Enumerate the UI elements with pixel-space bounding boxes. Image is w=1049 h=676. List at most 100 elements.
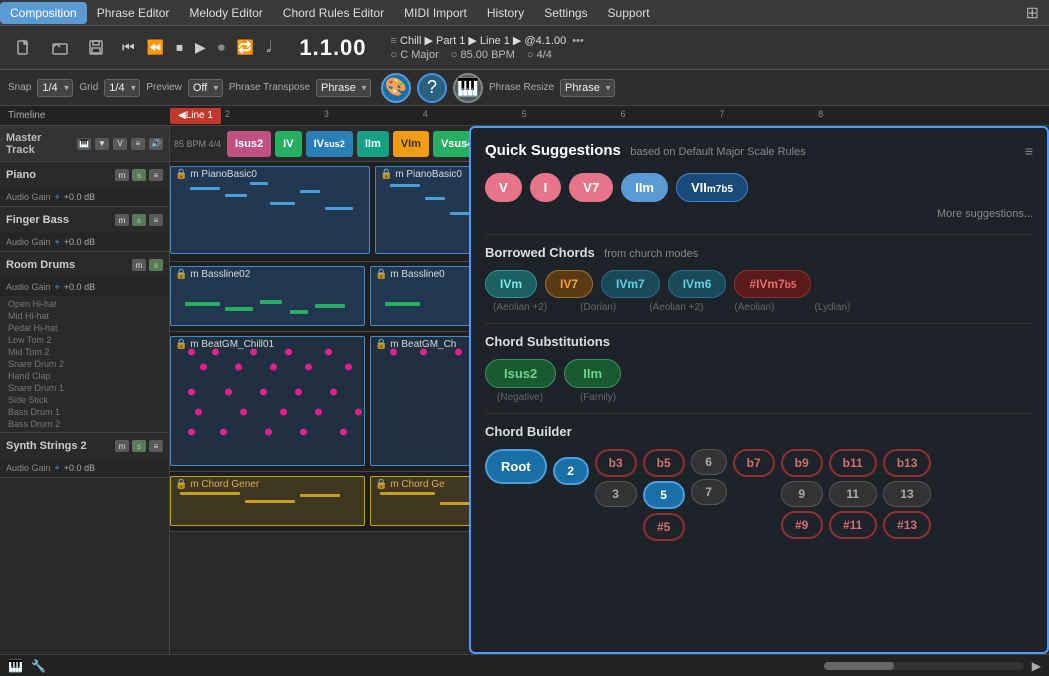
cb-note-b13[interactable]: b13 xyxy=(883,449,932,477)
subst-label-1: (Negative) xyxy=(485,392,555,403)
piano-s-btn[interactable]: s xyxy=(132,169,146,181)
qs-pill-iim[interactable]: IIm xyxy=(621,173,668,202)
piano-e-btn[interactable]: ≡ xyxy=(149,169,163,181)
bass-m-btn[interactable]: m xyxy=(115,214,129,226)
bass-e-btn[interactable]: ≡ xyxy=(149,214,163,226)
piano-gain-plus: + xyxy=(55,192,60,202)
synth-name: Synth Strings 2 xyxy=(6,440,112,452)
synth-e-btn[interactable]: ≡ xyxy=(149,440,163,452)
scroll-bar-h[interactable] xyxy=(824,662,1024,670)
qs-menu-icon[interactable]: ≡ xyxy=(1025,143,1033,159)
subst-pill-iim[interactable]: IIm xyxy=(564,359,621,388)
borrowed-pill-iv7[interactable]: IV7 xyxy=(545,270,593,298)
master-track-v-btn[interactable]: V xyxy=(113,138,127,150)
cb-note-13[interactable]: 13 xyxy=(883,481,932,507)
synth-m-btn[interactable]: m xyxy=(115,440,129,452)
cb-note-b11[interactable]: b11 xyxy=(829,449,877,477)
skip-back-btn[interactable]: ⏮ xyxy=(118,37,139,58)
snap-select[interactable]: 1/4 xyxy=(37,79,73,97)
grid-select[interactable]: 1/4 xyxy=(104,79,140,97)
bass-note-6 xyxy=(385,302,420,306)
cb-note-11[interactable]: 11 xyxy=(829,481,877,507)
status-icon-2[interactable]: 🔧 xyxy=(31,659,46,673)
borrowed-pill-ivm[interactable]: IVm xyxy=(485,270,537,298)
chord-pill-iv[interactable]: IV xyxy=(275,131,301,157)
midi-circle-btn[interactable]: 🎹 xyxy=(453,73,483,103)
help-circle-btn[interactable]: ? xyxy=(417,73,447,103)
window-controls: ⊞ xyxy=(1026,3,1049,23)
menu-item-history[interactable]: History xyxy=(477,2,534,24)
cb-note-3[interactable]: 3 xyxy=(595,481,637,507)
cb-note-s11[interactable]: #11 xyxy=(829,511,877,539)
menu-item-support[interactable]: Support xyxy=(598,2,660,24)
synth-s-btn[interactable]: s xyxy=(132,440,146,452)
menu-item-midi-import[interactable]: MIDI Import xyxy=(394,2,477,24)
cb-note-b7[interactable]: b7 xyxy=(733,449,775,477)
drums-s-btn[interactable]: s xyxy=(149,259,163,271)
borrowed-pill-sivm7b5[interactable]: #IVm7b5 xyxy=(734,270,811,298)
record-btn[interactable]: ⏺ xyxy=(214,37,229,58)
cb-note-2[interactable]: 2 xyxy=(553,457,589,485)
phrase-resize-select[interactable]: Phrase xyxy=(560,79,615,97)
bass-s-btn[interactable]: s xyxy=(132,214,146,226)
cb-note-b3[interactable]: b3 xyxy=(595,449,637,477)
more-suggestions-link[interactable]: More suggestions... xyxy=(485,208,1033,220)
scroll-right-icon[interactable]: ▶ xyxy=(1032,659,1041,673)
drums-block-1[interactable]: 🔒 m BeatGM_Chill01 xyxy=(170,336,365,466)
play-btn[interactable]: ▶ xyxy=(191,37,210,58)
cb-note-b5[interactable]: b5 xyxy=(643,449,685,477)
phrase-transpose-select[interactable]: Phrase xyxy=(316,79,371,97)
borrowed-pill-ivm6[interactable]: IVm6 xyxy=(668,270,727,298)
drum-label-pedal-hihat: Pedal Hi-hat xyxy=(4,322,165,334)
cb-note-7[interactable]: 7 xyxy=(691,479,727,505)
cb-note-9[interactable]: 9 xyxy=(781,481,823,507)
cb-note-b9[interactable]: b9 xyxy=(781,449,823,477)
status-icon-1[interactable]: 🎹 xyxy=(8,659,23,673)
prev-btn[interactable]: ⏪ xyxy=(143,37,168,58)
loop-btn[interactable]: 🔁 xyxy=(233,37,258,58)
menu-item-melody-editor[interactable]: Melody Editor xyxy=(179,2,272,24)
piano-block-1[interactable]: 🔒 m PianoBasic0 xyxy=(170,166,370,254)
master-track-speaker-btn[interactable]: 🔊 xyxy=(149,138,163,150)
preview-select[interactable]: Off xyxy=(188,79,223,97)
cb-note-s5[interactable]: #5 xyxy=(643,513,685,541)
chord-pill-iim[interactable]: IIm xyxy=(357,131,389,157)
transport-more-btn[interactable]: ••• xyxy=(572,35,584,47)
phrase-transpose-label: Phrase Transpose xyxy=(229,82,310,93)
drum-dot-5 xyxy=(325,349,332,356)
cb-note-s9[interactable]: #9 xyxy=(781,511,823,539)
open-file-icon[interactable] xyxy=(46,36,74,60)
master-track-down-btn[interactable]: ▼ xyxy=(95,138,109,150)
menu-item-settings[interactable]: Settings xyxy=(534,2,597,24)
cb-note-6[interactable]: 6 xyxy=(691,449,727,475)
piano-m-btn[interactable]: m xyxy=(115,169,129,181)
qs-pill-i[interactable]: I xyxy=(530,173,562,202)
cb-note-s13[interactable]: #13 xyxy=(883,511,932,539)
transport-time: 1.1.00 xyxy=(299,35,366,61)
cb-note-5-active[interactable]: 5 xyxy=(643,481,685,509)
menu-item-chord-rules-editor[interactable]: Chord Rules Editor xyxy=(273,2,394,24)
drums-m-btn[interactable]: m xyxy=(132,259,146,271)
menu-item-phrase-editor[interactable]: Phrase Editor xyxy=(87,2,180,24)
chord-pill-ivsus2[interactable]: IVsus2 xyxy=(306,131,353,157)
phrase-transpose-circle-btn[interactable]: 🎨 xyxy=(381,73,411,103)
stop-btn[interactable]: ⏹ xyxy=(172,37,187,58)
synth-note-4 xyxy=(380,492,435,495)
new-file-icon[interactable] xyxy=(10,36,38,60)
master-track-midi-btn[interactable]: 🎹 xyxy=(77,138,91,150)
chord-pill-isus2[interactable]: Isus2 xyxy=(227,131,271,157)
subst-pill-isus2[interactable]: Isus2 xyxy=(485,359,556,388)
save-file-icon[interactable] xyxy=(82,36,110,60)
metronome-btn[interactable]: 𝅗𝅥 xyxy=(262,37,275,59)
qs-pill-v[interactable]: V xyxy=(485,173,522,202)
qs-pill-v7[interactable]: V7 xyxy=(569,173,613,202)
cb-root-btn[interactable]: Root xyxy=(485,449,547,484)
menu-item-composition[interactable]: Composition xyxy=(0,2,87,24)
master-track-eq-btn[interactable]: ≡ xyxy=(131,138,145,150)
qs-pill-viim7b5[interactable]: VIIm7b5 xyxy=(676,173,748,202)
cb-col-b5-5: b5 5 #5 xyxy=(643,449,685,541)
borrowed-pill-ivm7[interactable]: IVm7 xyxy=(601,270,660,298)
drum-dot-26 xyxy=(390,349,397,356)
chord-pill-vim[interactable]: VIm xyxy=(393,131,429,157)
bass-block-1[interactable]: 🔒 m Bassline02 xyxy=(170,266,365,326)
